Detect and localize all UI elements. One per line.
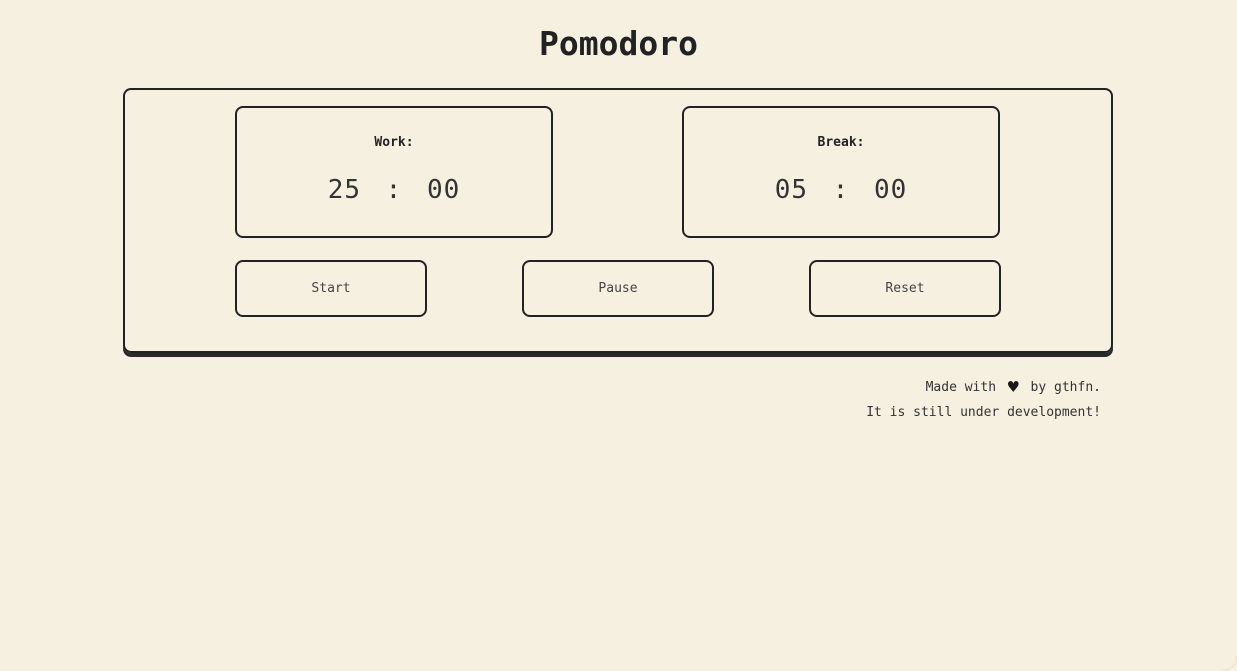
work-seconds: 00 (427, 175, 461, 205)
made-with-text: Made with (925, 380, 997, 395)
reset-button[interactable]: Reset (809, 260, 1001, 317)
timer-panel: Work: 25:00 Break: 05:00 Start Pause Res… (123, 88, 1113, 353)
work-timer-display: 25:00 (237, 175, 551, 205)
break-timer-display: 05:00 (684, 175, 998, 205)
footer: Made with ♥ by gthfn. It is still under … (866, 375, 1101, 425)
work-minutes: 25 (327, 175, 361, 205)
break-seconds: 00 (874, 175, 908, 205)
page-corner (1222, 656, 1237, 671)
heart-icon: ♥ (1007, 377, 1019, 398)
footer-period: . (1093, 380, 1101, 395)
break-timer-label: Break: (817, 135, 865, 150)
page-title: Pomodoro (539, 24, 698, 63)
work-timer-label: Work: (374, 135, 414, 150)
break-timer: Break: 05:00 (682, 106, 1000, 238)
pause-button[interactable]: Pause (522, 260, 714, 317)
start-button[interactable]: Start (235, 260, 427, 317)
author-link[interactable]: gthfn (1054, 380, 1093, 395)
break-minutes: 05 (774, 175, 808, 205)
footer-credit: Made with ♥ by gthfn. (866, 375, 1101, 400)
work-separator: : (385, 175, 403, 205)
work-timer: Work: 25:00 (235, 106, 553, 238)
break-separator: : (832, 175, 850, 205)
by-text: by (1030, 380, 1047, 395)
development-status: It is still under development! (866, 405, 1101, 420)
